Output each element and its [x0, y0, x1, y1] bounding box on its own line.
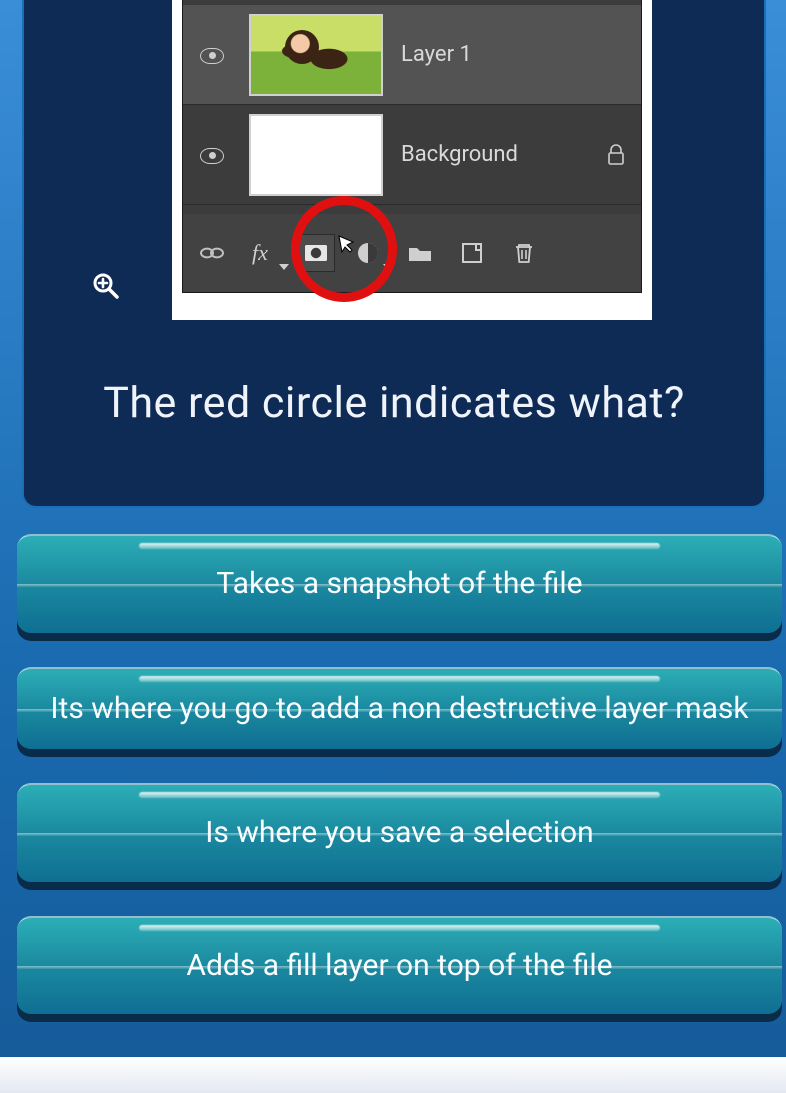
- dropdown-caret-icon: [279, 264, 289, 270]
- bottom-fade-strip: [0, 1057, 786, 1093]
- trash-icon: [505, 234, 543, 272]
- layer-thumbnail: [249, 114, 383, 196]
- question-text: The red circle indicates what?: [24, 378, 764, 428]
- fx-icon: fx: [245, 234, 283, 272]
- question-card: Layer 1 Background fx: [22, 0, 766, 508]
- svg-text:fx: fx: [252, 240, 268, 265]
- layer-thumbnail: [249, 14, 383, 96]
- zoom-image-button[interactable]: [84, 264, 128, 308]
- link-icon: [193, 234, 231, 272]
- answer-label: Is where you save a selection: [205, 815, 593, 850]
- new-layer-icon: [453, 234, 491, 272]
- layer-label: Layer 1: [401, 42, 625, 67]
- answer-option-1[interactable]: Takes a snapshot of the file: [17, 534, 782, 633]
- dropdown-caret-icon: [383, 264, 393, 270]
- visibility-icon: [197, 140, 227, 170]
- answer-option-4[interactable]: Adds a fill layer on top of the file: [17, 916, 782, 1015]
- answer-option-2[interactable]: Its where you go to add a non destructiv…: [17, 667, 782, 750]
- answer-label: Adds a fill layer on top of the file: [186, 948, 612, 983]
- folder-icon: [401, 234, 439, 272]
- answers-list: Takes a snapshot of the file Its where y…: [17, 534, 782, 1014]
- layer-row-layer1: Layer 1: [183, 5, 641, 105]
- layer-label: Background: [401, 142, 607, 167]
- layers-panel-footer: fx: [183, 214, 641, 292]
- mask-icon: [297, 234, 335, 272]
- answer-label: Its where you go to add a non destructiv…: [50, 691, 748, 726]
- layer-row-background: Background: [183, 105, 641, 205]
- visibility-icon: [197, 40, 227, 70]
- layers-panel: Layer 1 Background fx: [182, 0, 642, 293]
- answer-option-3[interactable]: Is where you save a selection: [17, 783, 782, 882]
- layers-list: Layer 1 Background: [183, 5, 641, 205]
- answer-label: Takes a snapshot of the file: [216, 566, 582, 601]
- question-image: Layer 1 Background fx: [172, 0, 652, 320]
- adjustment-icon: [349, 234, 387, 272]
- lock-icon: [607, 144, 625, 166]
